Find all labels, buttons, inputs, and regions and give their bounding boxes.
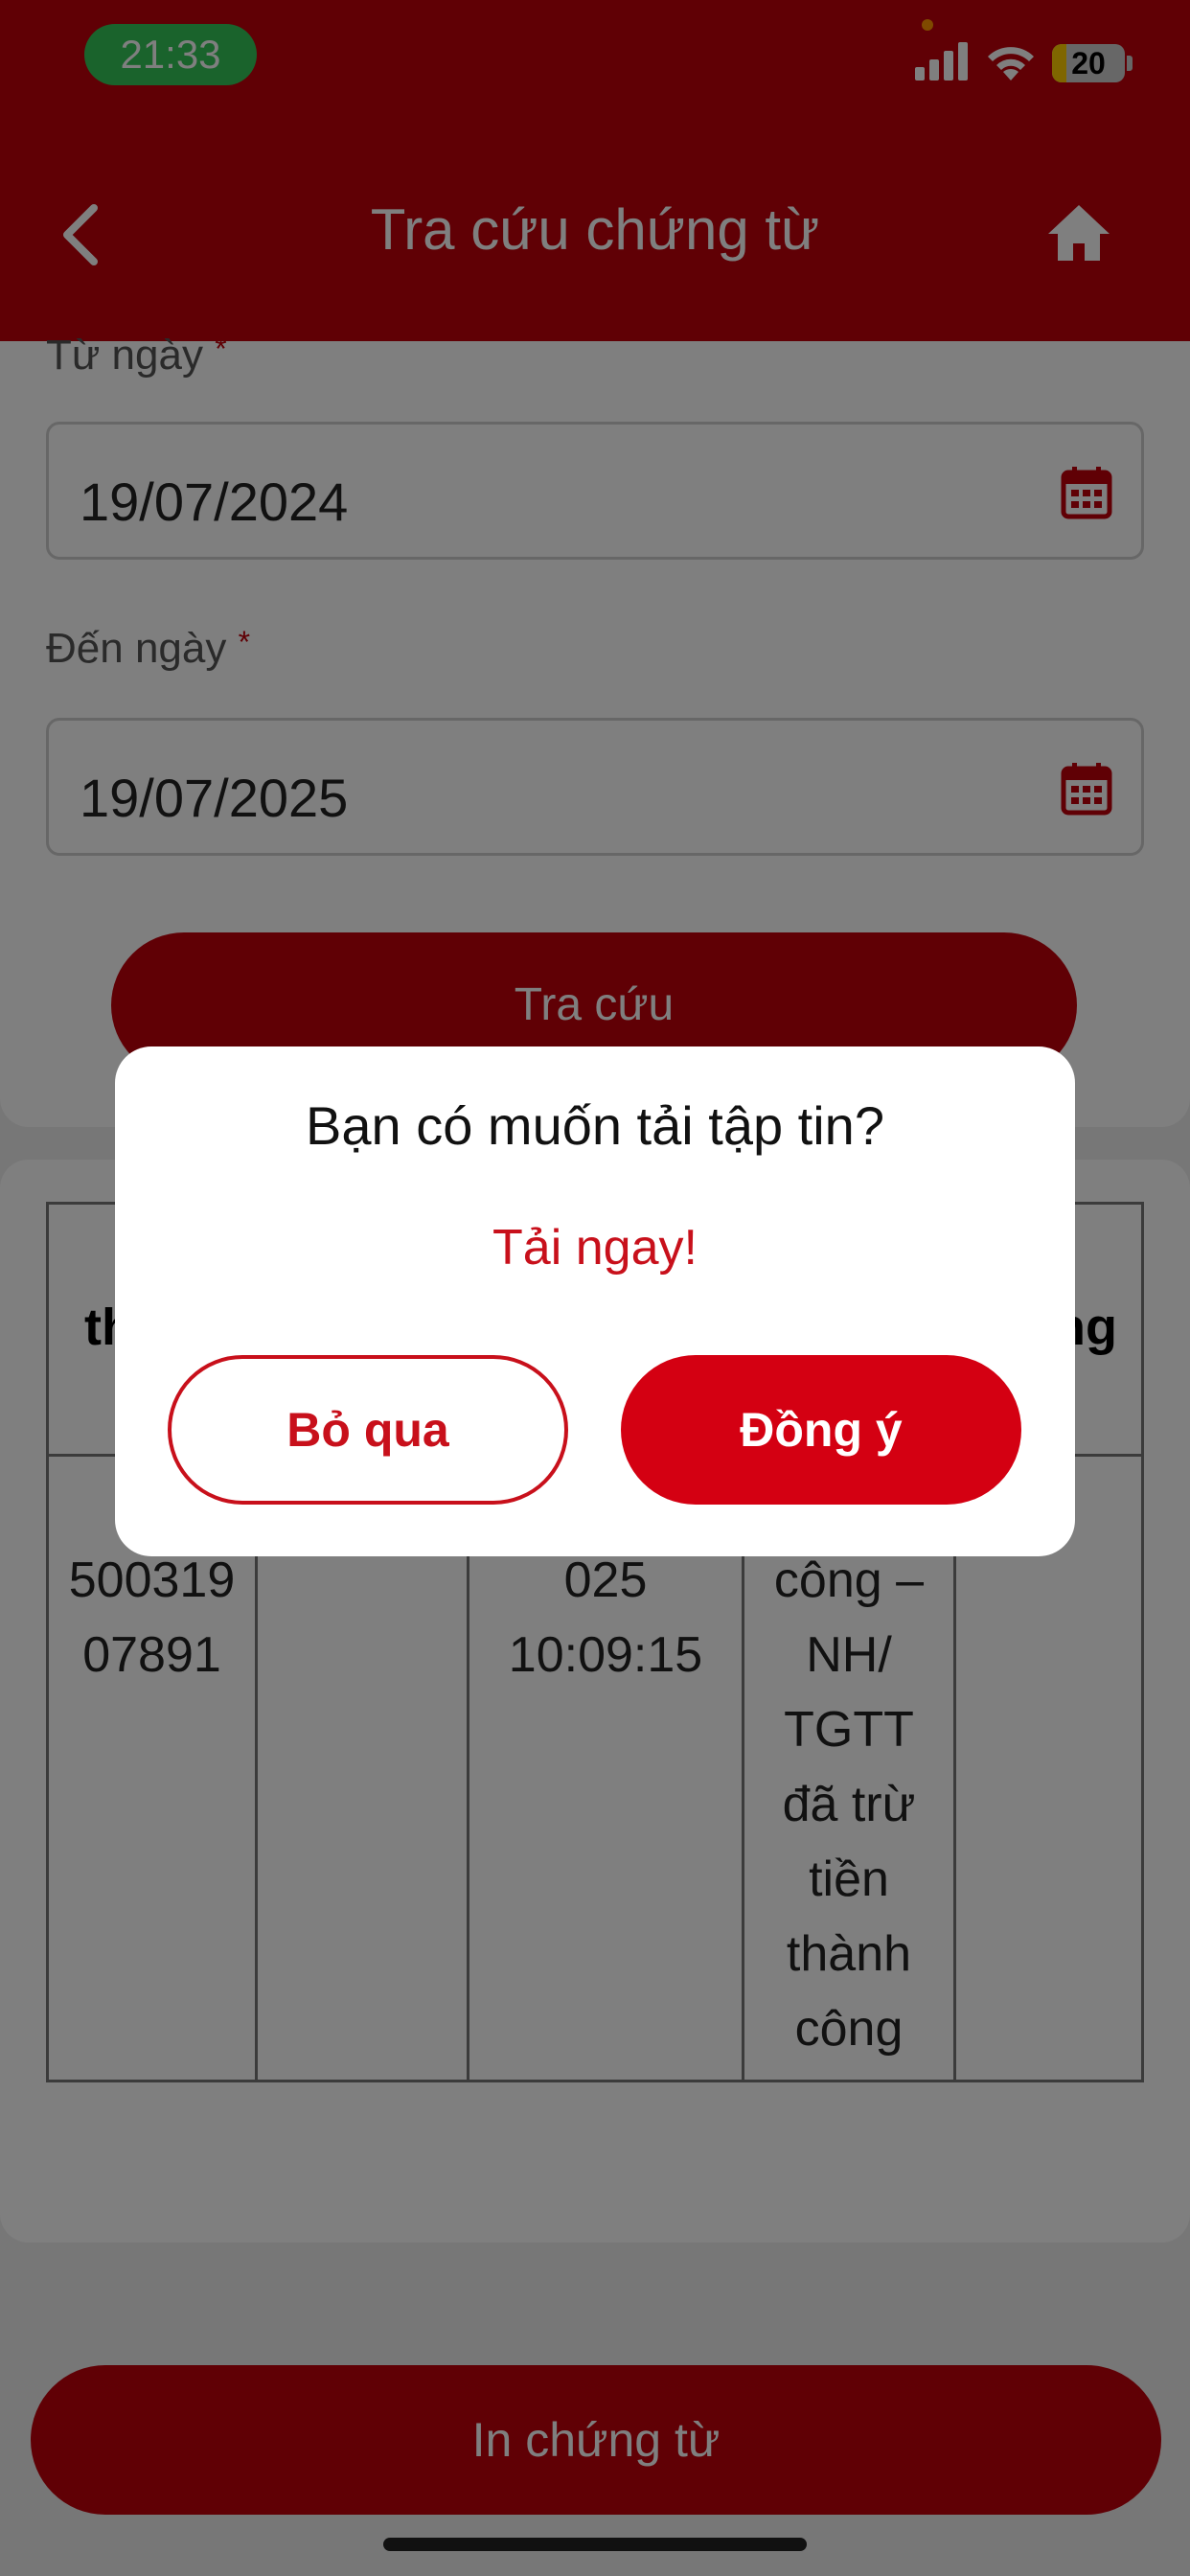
download-confirm-dialog: Bạn có muốn tải tập tin? Tải ngay! Bỏ qu… xyxy=(115,1046,1075,1556)
dialog-subtitle: Tải ngay! xyxy=(492,1220,698,1276)
confirm-button[interactable]: Đồng ý xyxy=(621,1355,1021,1505)
home-indicator xyxy=(383,2538,807,2551)
dialog-title: Bạn có muốn tải tập tin? xyxy=(306,1095,884,1156)
skip-button[interactable]: Bỏ qua xyxy=(168,1355,568,1505)
